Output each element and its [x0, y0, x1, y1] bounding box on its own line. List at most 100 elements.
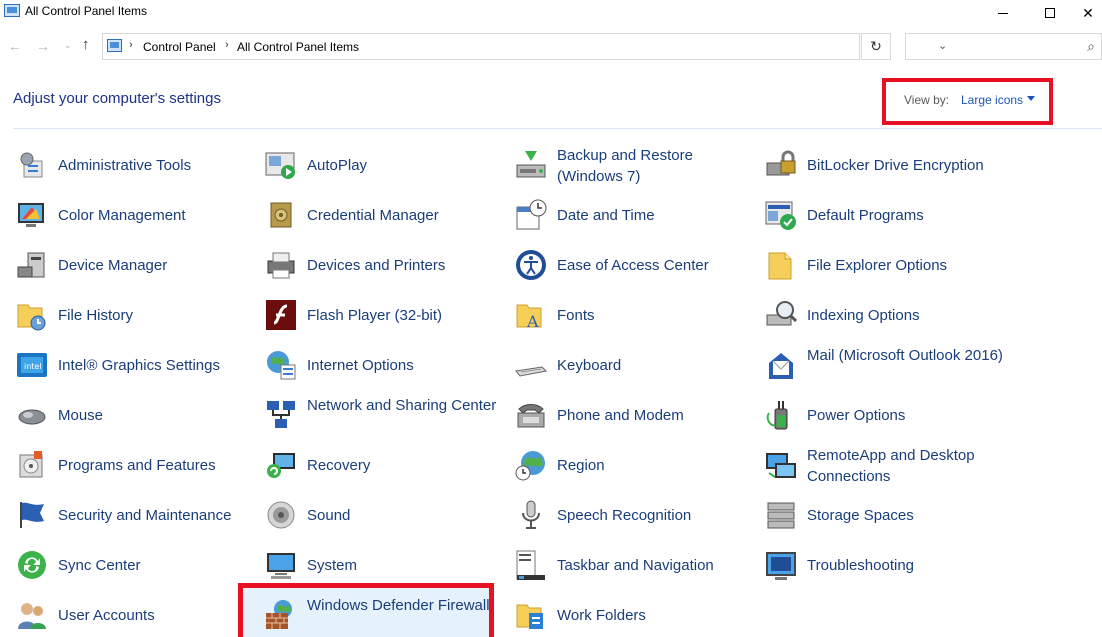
item-label: User Accounts — [58, 607, 155, 624]
item-label: BitLocker Drive Encryption — [807, 157, 984, 174]
page-title: Adjust your computer's settings — [13, 90, 221, 107]
autoplay-icon — [265, 152, 295, 179]
sync-icon — [18, 551, 46, 579]
item-label: Keyboard — [557, 357, 622, 374]
item-label: Device Manager — [58, 257, 168, 274]
item-label: Power Options — [807, 407, 906, 424]
chevron-down-icon: ⌄ — [64, 40, 72, 50]
item-label: Storage Spaces — [807, 507, 914, 524]
refresh-icon: ↻ — [870, 38, 882, 54]
troubleshooting-icon — [766, 552, 796, 580]
control-panel-icon — [4, 4, 20, 17]
item-label: RemoteApp and Desktop Connections — [807, 447, 975, 485]
item-label: Backup and Restore (Windows 7) — [557, 147, 693, 185]
item-label: Work Folders — [557, 607, 646, 624]
arrow-left-icon: ← — [8, 38, 22, 54]
caret-down-icon[interactable] — [1027, 96, 1035, 101]
chevron-right-icon: › — [129, 39, 133, 51]
safe-icon — [270, 202, 292, 228]
indexing-icon — [766, 301, 797, 326]
item-label: Credential Manager — [307, 207, 439, 224]
item-label: Network and Sharing Center — [307, 397, 497, 414]
recovery-icon — [267, 453, 295, 478]
file-history-icon — [17, 304, 46, 331]
item-label: Intel® Graphics Settings — [58, 357, 220, 374]
item-label: Sync Center — [58, 557, 141, 574]
folder-options-icon — [768, 252, 792, 280]
default-programs-icon — [765, 201, 796, 230]
power-icon — [766, 401, 788, 430]
microphone-icon — [522, 500, 540, 529]
minimize-button[interactable] — [980, 0, 1026, 26]
calendar-clock-icon — [516, 199, 547, 230]
forward-button[interactable]: → — [36, 38, 50, 54]
printer-icon — [267, 252, 295, 279]
recent-locations-button[interactable]: ⌄ — [64, 40, 72, 51]
item-label: Region — [557, 457, 605, 474]
arrow-right-icon: → — [36, 38, 50, 54]
item-label: Default Programs — [807, 207, 924, 224]
item-label: Troubleshooting — [807, 557, 915, 574]
mouse-icon — [18, 409, 46, 425]
item-label: Color Management — [58, 207, 186, 224]
computer-icon — [267, 553, 295, 579]
control-panel-icon — [107, 39, 122, 52]
item-label: File Explorer Options — [807, 257, 948, 274]
item-label: Ease of Access Center — [557, 257, 709, 274]
close-icon: ✕ — [1082, 4, 1094, 21]
firewall-icon — [266, 600, 292, 629]
item-label: Fonts — [557, 307, 595, 324]
taskbar-icon — [516, 550, 545, 580]
address-bar[interactable]: › Control Panel › All Control Panel Item… — [102, 33, 947, 60]
item-label: Flash Player (32-bit) — [307, 307, 443, 324]
item-label: Programs and Features — [58, 457, 216, 474]
item-label: Sound — [307, 507, 351, 524]
keyboard-icon — [515, 366, 547, 377]
mail-icon — [769, 353, 793, 379]
item-label: Administrative Tools — [58, 157, 192, 174]
svg-text:A: A — [526, 312, 539, 331]
refresh-button[interactable]: ↻ — [861, 33, 891, 60]
remote-desktop-icon — [766, 453, 796, 478]
item-label: System — [307, 557, 358, 574]
item-label: Internet Options — [307, 357, 414, 374]
user-accounts-icon — [18, 603, 46, 629]
view-by-dropdown[interactable]: Large icons — [961, 93, 1023, 107]
device-manager-icon — [17, 252, 45, 278]
breadcrumb-control-panel[interactable]: Control Panel — [143, 40, 216, 54]
network-icon — [267, 401, 295, 428]
accessibility-icon — [516, 250, 546, 280]
view-by-label: View by: — [904, 93, 950, 107]
fonts-icon: A — [516, 304, 542, 331]
close-button[interactable]: ✕ — [1074, 0, 1102, 26]
item-label: AutoPlay — [307, 157, 368, 174]
title-bar: All Control Panel Items ✕ — [0, 0, 1102, 26]
window-title: All Control Panel Items — [25, 4, 148, 18]
storage-icon — [767, 502, 795, 529]
flag-icon — [20, 502, 44, 528]
maximize-button[interactable] — [1027, 0, 1073, 26]
item-label: Security and Maintenance — [58, 507, 232, 524]
divider — [13, 128, 1102, 129]
bitlocker-icon — [766, 150, 796, 176]
breadcrumb-all-items[interactable]: All Control Panel Items — [237, 40, 359, 54]
work-folders-icon — [516, 604, 543, 629]
maximize-icon — [1045, 8, 1055, 18]
region-icon — [515, 451, 545, 481]
view-by-control: View by: Large icons — [882, 78, 1053, 125]
back-button[interactable]: ← — [8, 38, 22, 54]
svg-text:intel: intel — [24, 362, 42, 371]
programs-and-features-icon — [19, 451, 43, 478]
item-label: Date and Time — [557, 207, 655, 224]
item-label: File History — [58, 307, 134, 324]
search-input[interactable]: ⌕ — [905, 33, 1102, 60]
item-label: Devices and Printers — [307, 257, 446, 274]
color-management-icon — [18, 203, 44, 227]
speaker-icon — [267, 501, 295, 529]
item-label: Speech Recognition — [557, 507, 692, 524]
intel-graphics-icon: intel — [17, 353, 47, 377]
phone-icon — [517, 404, 545, 428]
search-icon: ⌕ — [1087, 38, 1095, 54]
up-button[interactable]: ↑ — [82, 36, 90, 53]
item-label: Mail (Microsoft Outlook 2016) — [807, 347, 1003, 364]
